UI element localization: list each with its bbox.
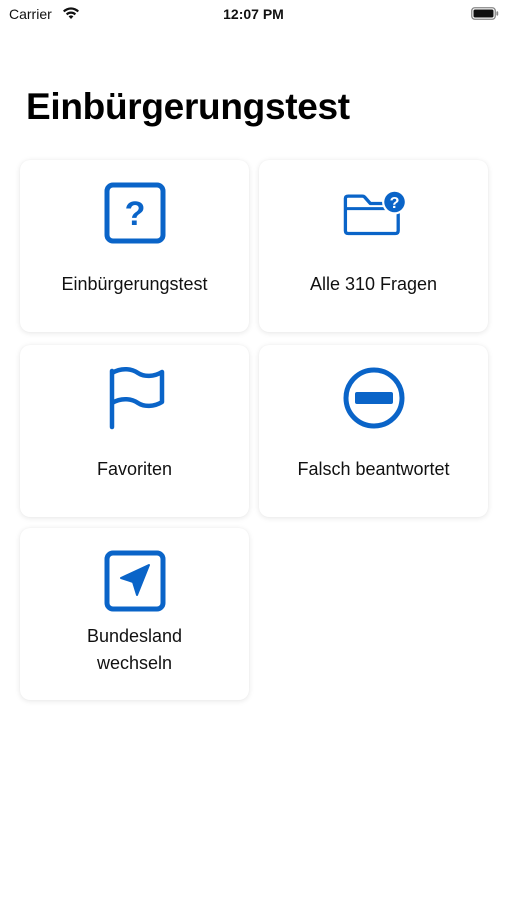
tile-label: Falsch beantwortet [297,459,450,479]
tile-favoriten[interactable]: Favoriten [20,345,249,517]
tile-label: Favoriten [96,459,173,479]
tile-falsch-beantwortet[interactable]: Falsch beantwortet [259,345,488,517]
page-title: Einbürgerungstest [26,86,350,127]
folder-question-icon: ? [341,180,407,246]
svg-text:?: ? [124,195,145,233]
tile-einbuergerungstest[interactable]: ? Einbürgerungstest [20,160,249,332]
minus-circle-icon [341,365,407,431]
tile-alle-fragen[interactable]: ? Alle 310 Fragen [259,160,488,332]
battery-icon [471,7,499,20]
tile-bundesland-wechseln[interactable]: Bundesland wechseln [20,528,249,700]
status-time: 12:07 PM [223,6,284,22]
svg-text:?: ? [389,194,399,212]
flag-icon [102,365,168,431]
tile-label: Alle 310 Fragen [309,274,438,294]
status-bar: Carrier 12:07 PM [0,0,507,28]
location-arrow-square-icon [102,548,168,614]
question-square-icon: ? [102,180,168,246]
tile-label: Bundesland wechseln [86,626,183,673]
tile-label: Einbürgerungstest [61,274,208,294]
